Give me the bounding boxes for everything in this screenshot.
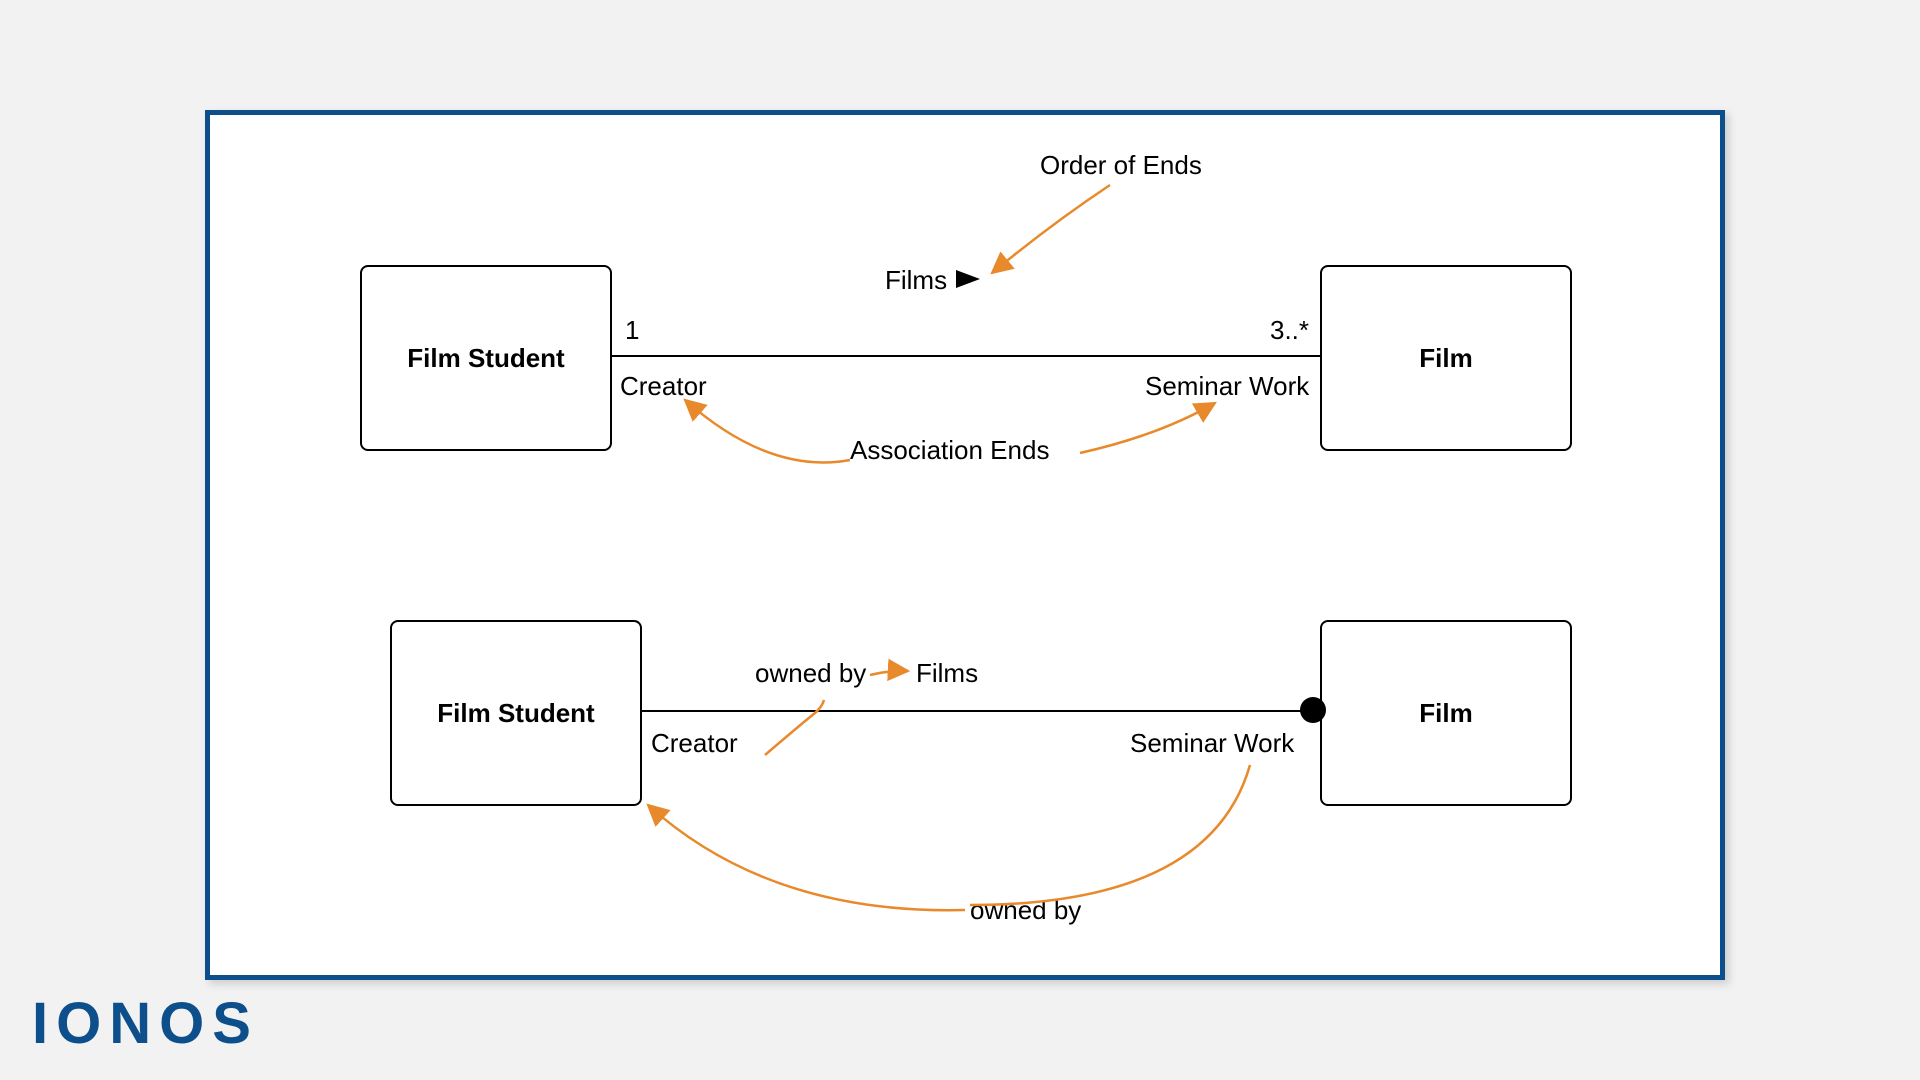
class-film-1: Film — [1320, 265, 1572, 451]
association-name-1: Films — [885, 265, 947, 296]
multiplicity-left-1: 1 — [625, 315, 639, 346]
brand-logo: IONOS — [32, 990, 259, 1057]
role-right-1: Seminar Work — [1145, 371, 1309, 402]
multiplicity-right-1: 3..* — [1270, 315, 1309, 346]
class-film-2: Film — [1320, 620, 1572, 806]
class-label: Film Student — [407, 343, 564, 374]
class-label: Film Student — [437, 698, 594, 729]
role-left-1: Creator — [620, 371, 707, 402]
role-left-2: Creator — [651, 728, 738, 759]
association-name-2: Films — [916, 658, 978, 689]
annotation-arrows-2 — [210, 115, 1720, 975]
class-label: Film — [1419, 343, 1472, 374]
class-film-student-1: Film Student — [360, 265, 612, 451]
class-film-student-2: Film Student — [390, 620, 642, 806]
owned-by-top: owned by — [755, 658, 866, 689]
role-right-2: Seminar Work — [1130, 728, 1294, 759]
note-order-of-ends: Order of Ends — [1040, 150, 1202, 181]
association-line-1 — [610, 355, 1320, 357]
note-association-ends: Association Ends — [850, 435, 1049, 466]
owned-by-bottom: owned by — [970, 895, 1081, 926]
association-line-2 — [640, 710, 1320, 712]
class-label: Film — [1419, 698, 1472, 729]
diagram-canvas: Film Student Film Films 1 3..* Creator S… — [205, 110, 1725, 980]
direction-triangle-icon — [956, 265, 986, 295]
